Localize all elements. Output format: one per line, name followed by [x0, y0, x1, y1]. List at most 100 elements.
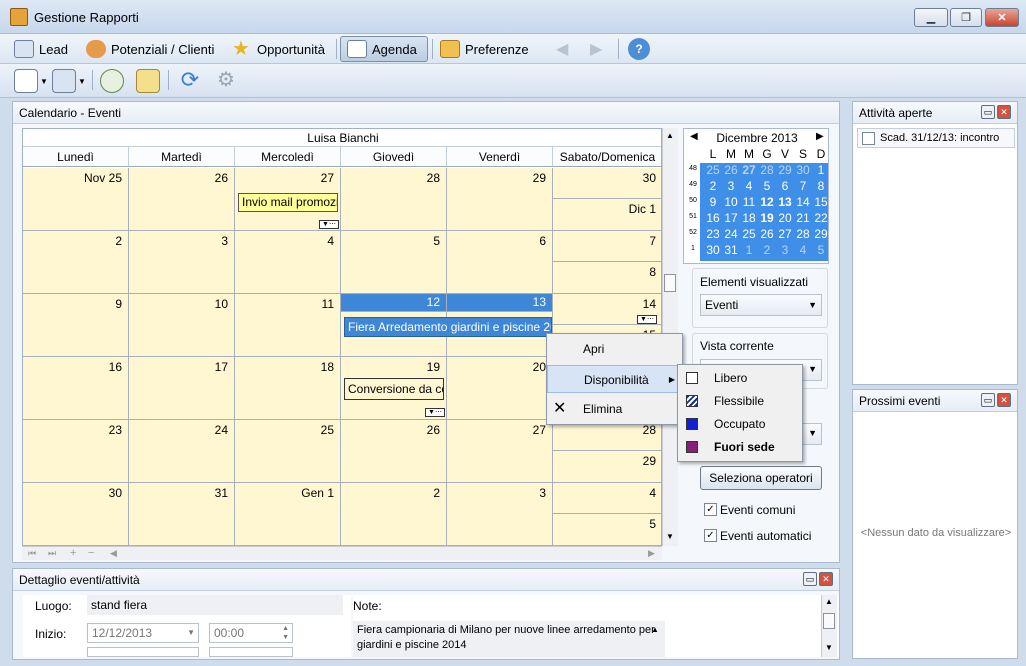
mini-calendar-day[interactable]: 19: [758, 211, 776, 225]
mini-calendar-day[interactable]: 26: [722, 163, 740, 177]
scroll-right-icon[interactable]: ▶: [648, 548, 655, 559]
calendar-day-cell[interactable]: 27: [447, 420, 553, 483]
calendar-day-cell[interactable]: 26: [341, 420, 447, 483]
more-events-icon[interactable]: ▼⋯: [319, 220, 339, 229]
calendar-day-cell[interactable]: 30: [553, 168, 661, 199]
mini-calendar-day[interactable]: 4: [740, 179, 758, 193]
activity-checkbox[interactable]: [862, 132, 875, 145]
help-icon[interactable]: ?: [628, 38, 650, 60]
refresh-icon[interactable]: ⟳: [178, 69, 202, 93]
dropdown-arrow-icon[interactable]: ▼: [78, 77, 86, 86]
calendar-day-cell[interactable]: 31: [129, 483, 235, 545]
calendar-day-cell[interactable]: 29: [553, 451, 661, 483]
add-icon[interactable]: +: [70, 547, 76, 559]
calendar-day-cell[interactable]: 24: [129, 420, 235, 483]
mini-calendar-day[interactable]: 21: [794, 211, 812, 225]
seleziona-operatori-button[interactable]: Seleziona operatori: [700, 466, 822, 490]
calendar-day-cell[interactable]: 4: [553, 483, 661, 514]
mini-calendar-day[interactable]: 5: [758, 179, 776, 193]
calendar-day-cell[interactable]: 3: [447, 483, 553, 545]
menu-disponibilita[interactable]: Disponibilità ▶: [547, 365, 682, 393]
spinner-icon[interactable]: ▲ ▼: [282, 624, 289, 642]
mini-calendar-day[interactable]: 1: [740, 243, 758, 257]
mini-calendar-day[interactable]: 15: [812, 195, 830, 209]
note-scrollbar[interactable]: ▲ ▼: [821, 595, 837, 657]
calendar-day-cell[interactable]: 4: [235, 231, 341, 294]
calendar-day-cell[interactable]: 8: [553, 262, 661, 294]
calendar-day-cell[interactable]: 30: [23, 483, 129, 545]
menu-apri[interactable]: Apri: [547, 335, 682, 363]
mini-calendar-day[interactable]: 7: [794, 179, 812, 193]
back-arrow-icon[interactable]: ◀: [556, 39, 568, 59]
mini-calendar-day[interactable]: 14: [794, 195, 812, 209]
mini-calendar-day[interactable]: 27: [740, 163, 758, 177]
mini-calendar-day[interactable]: 29: [776, 163, 794, 177]
calendar-day-cell[interactable]: 2: [341, 483, 447, 545]
mini-calendar-day[interactable]: 8: [812, 179, 830, 193]
calendar-day-cell[interactable]: 11: [235, 294, 341, 357]
calendar-day-cell[interactable]: 9: [23, 294, 129, 357]
activity-row[interactable]: Scad. 31/12/13: incontro: [857, 128, 1015, 148]
nav-opportunita[interactable]: ★ Opportunità: [226, 36, 331, 62]
mini-calendar-day[interactable]: 25: [740, 227, 758, 241]
nav-agenda[interactable]: Agenda: [340, 36, 428, 62]
availability-option[interactable]: Flessibile: [678, 390, 802, 413]
availability-option[interactable]: Fuori sede: [678, 436, 802, 459]
nav-potenziali[interactable]: Potenziali / Clienti: [80, 36, 220, 62]
scroll-left-icon[interactable]: ◀: [110, 548, 117, 559]
calendar-day-cell[interactable]: 5: [553, 514, 661, 545]
scroll-up-icon[interactable]: ▲: [666, 131, 674, 140]
event-conversione[interactable]: Conversione da contatto: [344, 378, 444, 400]
mini-calendar-day[interactable]: 28: [758, 163, 776, 177]
window-icon[interactable]: [52, 69, 76, 93]
fine-date-field[interactable]: [87, 647, 199, 657]
inizio-time-field[interactable]: 00:00 ▲ ▼: [209, 623, 293, 643]
mini-calendar-day[interactable]: 17: [722, 211, 740, 225]
calendar-day-cell[interactable]: 7: [553, 231, 661, 262]
mini-calendar-day[interactable]: 5: [812, 243, 830, 257]
prev-page-icon[interactable]: ⏭: [48, 548, 56, 559]
mini-calendar-day[interactable]: 11: [740, 195, 758, 209]
scroll-thumb[interactable]: [664, 274, 676, 292]
calendar-day-cell[interactable]: 23: [23, 420, 129, 483]
event-invio-mail[interactable]: Invio mail promozionale: [238, 193, 338, 212]
restore-icon[interactable]: ▭: [981, 393, 995, 407]
mini-calendar-day[interactable]: 23: [704, 227, 722, 241]
restore-icon[interactable]: ▭: [803, 572, 817, 586]
scroll-thumb[interactable]: [823, 613, 835, 629]
note-text[interactable]: Fiera campionaria di Milano per nuove li…: [353, 621, 665, 657]
mini-calendar-day[interactable]: 6: [776, 179, 794, 193]
scroll-up-icon[interactable]: ▲: [825, 597, 833, 606]
inizio-date-field[interactable]: 12/12/2013 ▼: [87, 623, 199, 643]
remove-icon[interactable]: −: [88, 547, 94, 559]
calendar-horizontal-scrollbar[interactable]: ⏮ ⏭ + − ◀ ▶: [22, 546, 662, 560]
mini-calendar-day[interactable]: 9: [704, 195, 722, 209]
luogo-field[interactable]: stand fiera: [87, 595, 343, 615]
mini-calendar-day[interactable]: 22: [812, 211, 830, 225]
close-panel-icon[interactable]: ✕: [997, 105, 1011, 119]
nav-lead[interactable]: Lead: [8, 36, 74, 62]
scroll-up-icon[interactable]: ▲: [651, 625, 659, 634]
mini-calendar-day[interactable]: 26: [758, 227, 776, 241]
add-event-icon[interactable]: [100, 69, 124, 93]
close-button[interactable]: ✕: [985, 8, 1019, 27]
mini-calendar-day[interactable]: 30: [794, 163, 812, 177]
mini-calendar-day[interactable]: 18: [740, 211, 758, 225]
mini-calendar-day[interactable]: 2: [704, 179, 722, 193]
scroll-down-icon[interactable]: ▼: [825, 643, 833, 652]
mini-calendar-day[interactable]: 13: [776, 195, 794, 209]
eventi-automatici-checkbox[interactable]: ✓: [704, 529, 717, 542]
forward-arrow-icon[interactable]: ▶: [590, 39, 602, 59]
mini-calendar-day[interactable]: 16: [704, 211, 722, 225]
clipboard-icon[interactable]: [136, 69, 160, 93]
scroll-down-icon[interactable]: ▼: [666, 532, 674, 541]
event-fiera[interactable]: Fiera Arredamento giardini e piscine 201…: [344, 317, 552, 337]
fine-time-field[interactable]: [209, 647, 293, 657]
first-page-icon[interactable]: ⏮: [28, 548, 36, 559]
minimize-button[interactable]: ▁: [914, 8, 948, 27]
mini-calendar-day[interactable]: 27: [776, 227, 794, 241]
close-panel-icon[interactable]: ✕: [997, 393, 1011, 407]
availability-option[interactable]: Occupato: [678, 413, 802, 436]
elementi-select[interactable]: Eventi ▼: [700, 294, 822, 316]
calendar-day-cell[interactable]: 10: [129, 294, 235, 357]
